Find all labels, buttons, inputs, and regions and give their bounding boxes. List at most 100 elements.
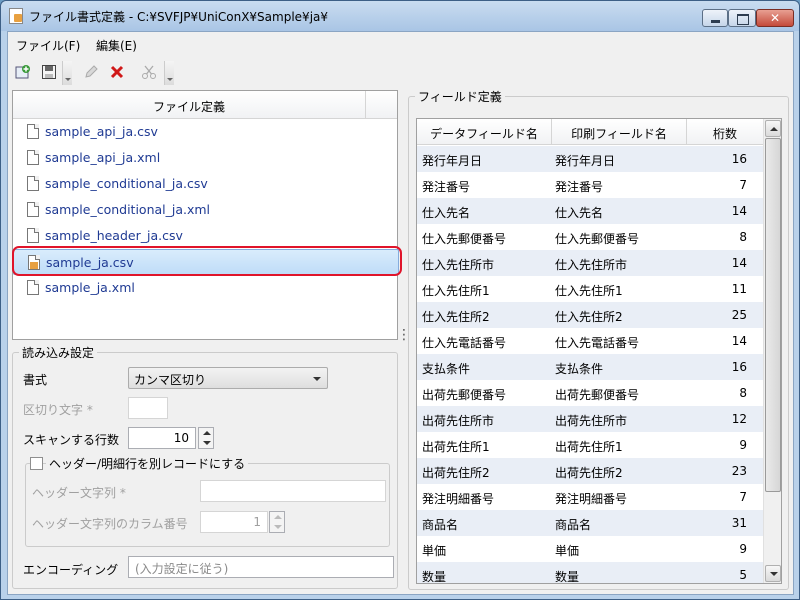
menu-bar: ファイル(F) 編集(E) (8, 32, 793, 56)
file-item-sample-api-ja-csv[interactable]: sample_api_ja.csv (13, 119, 399, 145)
app-icon (9, 8, 23, 24)
header-detail-checkbox[interactable] (30, 457, 43, 470)
scan-rows-value: 10 (173, 431, 189, 445)
table-row[interactable]: 仕入先名 仕入先名 14 (417, 198, 763, 224)
header-string-label: ヘッダー文字列 * (32, 486, 126, 500)
cell-data-field: 商品名 (422, 518, 459, 532)
table-row[interactable]: 仕入先住所1 仕入先住所1 11 (417, 276, 763, 302)
close-button[interactable]: ✕ (756, 9, 794, 27)
cut-button[interactable] (138, 61, 160, 83)
table-row[interactable]: 仕入先住所市 仕入先住所市 14 (417, 250, 763, 276)
file-item-sample-conditional-ja-csv[interactable]: sample_conditional_ja.csv (13, 171, 399, 197)
read-settings-legend: 読み込み設定 (19, 344, 98, 361)
cell-digits: 23 (731, 464, 747, 478)
minimize-button[interactable] (702, 9, 728, 27)
file-icon (27, 228, 39, 243)
table-row[interactable]: 仕入先電話番号 仕入先電話番号 14 (417, 328, 763, 354)
cell-print-field: 商品名 (555, 518, 592, 532)
save-dropdown-button[interactable] (62, 61, 72, 85)
table-row[interactable]: 出荷先郵便番号 出荷先郵便番号 8 (417, 380, 763, 406)
cell-print-field: 仕入先住所2 (555, 310, 623, 324)
file-name: sample_api_ja.csv (45, 124, 158, 139)
file-name: sample_ja.xml (45, 280, 135, 295)
app-window: ファイル書式定義 - C:¥SVFJP¥UniConX¥Sample¥ja¥ ✕… (0, 0, 800, 600)
cell-data-field: 仕入先住所市 (422, 258, 495, 272)
file-name: sample_header_ja.csv (45, 228, 183, 243)
table-row[interactable]: 発注番号 発注番号 7 (417, 172, 763, 198)
file-list-header: ファイル定義 (13, 91, 397, 119)
table-row[interactable]: 単価 単価 9 (417, 536, 763, 562)
header-column-input[interactable]: 1 (200, 511, 268, 533)
read-settings-group: 読み込み設定 書式 カンマ区切り 区切り文字 * スキャンする行数 10 ヘッダ… (12, 344, 398, 589)
cell-print-field: 発行年月日 (555, 154, 616, 168)
cell-data-field: 出荷先住所2 (422, 466, 490, 480)
table-row[interactable]: 仕入先郵便番号 仕入先郵便番号 8 (417, 224, 763, 250)
cell-print-field: 仕入先郵便番号 (555, 232, 640, 246)
header-divider (365, 91, 366, 119)
table-row[interactable]: 出荷先住所市 出荷先住所市 12 (417, 406, 763, 432)
cell-print-field: 出荷先住所市 (555, 414, 628, 428)
cell-print-field: 数量 (555, 570, 580, 584)
table-row[interactable]: 発行年月日 発行年月日 16 (417, 146, 763, 172)
table-row[interactable]: 商品名 商品名 31 (417, 510, 763, 536)
format-label: 書式 (23, 373, 48, 387)
save-icon (42, 65, 56, 79)
scroll-thumb[interactable] (765, 138, 781, 492)
panel-splitter[interactable] (397, 327, 411, 347)
cell-print-field: 出荷先住所1 (555, 440, 623, 454)
column-header-print-field[interactable]: 印刷フィールド名 (552, 125, 686, 142)
file-definition-list: ファイル定義 sample_api_ja.csv sample_api_ja.x… (12, 90, 399, 340)
delimiter-label: 区切り文字 * (23, 403, 93, 417)
cut-dropdown-button[interactable] (164, 61, 174, 85)
table-scrollbar[interactable] (763, 119, 781, 583)
table-row[interactable]: 数量 数量 5 (417, 562, 763, 584)
cell-data-field: 出荷先住所市 (422, 414, 495, 428)
header-column-value: 1 (253, 515, 261, 529)
header-column-stepper[interactable] (269, 511, 285, 533)
title-bar[interactable]: ファイル書式定義 - C:¥SVFJP¥UniConX¥Sample¥ja¥ ✕ (1, 1, 799, 31)
new-button[interactable] (12, 61, 34, 83)
file-icon (27, 124, 39, 139)
table-row[interactable]: 出荷先住所1 出荷先住所1 9 (417, 432, 763, 458)
delimiter-input[interactable] (128, 397, 168, 419)
cell-digits: 7 (739, 178, 747, 192)
scan-rows-input[interactable]: 10 (128, 427, 196, 449)
cell-print-field: 仕入先住所市 (555, 258, 628, 272)
column-header-digits[interactable]: 桁数 (687, 125, 763, 142)
cell-digits: 14 (731, 204, 747, 218)
delete-button[interactable] (106, 61, 128, 83)
encoding-label: エンコーディング (23, 563, 119, 577)
header-string-input[interactable] (200, 480, 386, 502)
cell-data-field: 出荷先郵便番号 (422, 388, 507, 402)
table-row[interactable]: 仕入先住所2 仕入先住所2 25 (417, 302, 763, 328)
file-name: sample_api_ja.xml (45, 150, 161, 165)
table-row[interactable]: 支払条件 支払条件 16 (417, 354, 763, 380)
format-select[interactable]: カンマ区切り (128, 367, 328, 389)
menu-edit[interactable]: 編集(E) (96, 37, 137, 54)
file-item-sample-ja-xml[interactable]: sample_ja.xml (13, 275, 399, 301)
save-button[interactable] (38, 61, 60, 83)
cell-digits: 25 (731, 308, 747, 322)
file-item-sample-api-ja-xml[interactable]: sample_api_ja.xml (13, 145, 399, 171)
scan-rows-stepper[interactable] (198, 427, 214, 449)
file-item-sample-conditional-ja-xml[interactable]: sample_conditional_ja.xml (13, 197, 399, 223)
cell-digits: 5 (739, 568, 747, 582)
column-header-data-field[interactable]: データフィールド名 (417, 125, 551, 142)
edit-button[interactable] (80, 61, 102, 83)
maximize-button[interactable] (728, 9, 756, 27)
cell-print-field: 仕入先電話番号 (555, 336, 640, 350)
encoding-input[interactable]: (入力設定に従う) (128, 556, 394, 578)
table-header: データフィールド名 印刷フィールド名 桁数 (417, 119, 763, 145)
cell-digits: 12 (731, 412, 747, 426)
menu-file[interactable]: ファイル(F) (16, 37, 80, 54)
scroll-up-button[interactable] (765, 120, 781, 137)
table-row[interactable]: 発注明細番号 発注明細番号 7 (417, 484, 763, 510)
scroll-down-button[interactable] (765, 565, 781, 582)
selection-highlight (12, 246, 402, 276)
table-row[interactable]: 出荷先住所2 出荷先住所2 23 (417, 458, 763, 484)
cell-digits: 11 (731, 282, 747, 296)
field-definition-table: データフィールド名 印刷フィールド名 桁数 発行年月日 発行年月日 16 発注番号 発注… (416, 118, 782, 584)
field-definition-legend: フィールド定義 (415, 88, 505, 105)
file-icon (27, 280, 39, 295)
delete-icon (110, 65, 124, 79)
